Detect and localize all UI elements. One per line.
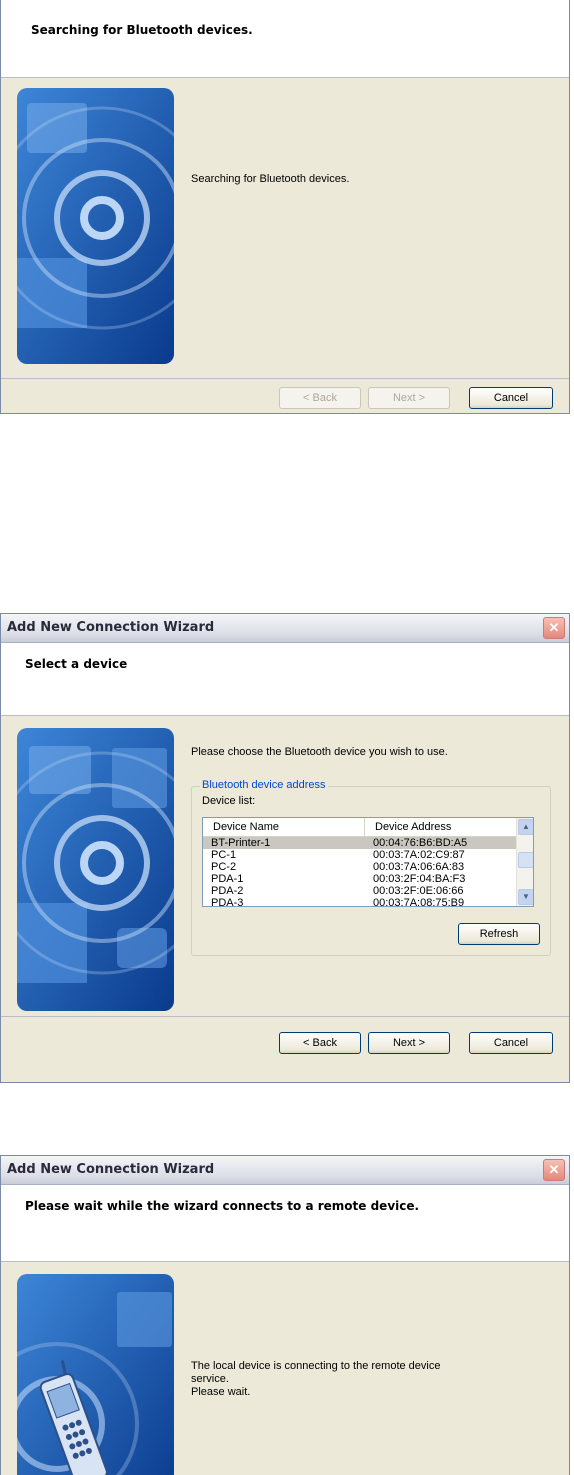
wizard-footer: < Back Next > Cancel	[1, 1016, 569, 1082]
page-title: Select a device	[25, 657, 128, 671]
device-address: 00:03:2F:04:BA:F3	[373, 873, 466, 885]
title-bar: Add New Connection Wizard ✕	[1, 614, 569, 643]
device-name: PDA-1	[211, 873, 244, 885]
device-address: 00:04:76:B6:BD:A5	[373, 837, 468, 849]
list-item[interactable]: PDA-3 00:03:7A:08:75:B9	[203, 897, 517, 907]
device-address-group: Bluetooth device address Device list: De…	[191, 779, 551, 956]
bluetooth-illustration	[17, 728, 174, 1011]
list-item[interactable]: PDA-1 00:03:2F:04:BA:F3	[203, 873, 517, 885]
status-message: The local device is connecting to the re…	[191, 1360, 441, 1398]
device-address: 00:03:7A:06:6A:83	[373, 861, 465, 873]
status-message: Searching for Bluetooth devices.	[191, 173, 350, 185]
page-title: Searching for Bluetooth devices.	[31, 23, 253, 37]
back-button[interactable]: < Back	[279, 1032, 361, 1054]
instruction-text: Please choose the Bluetooth device you w…	[191, 746, 448, 758]
wizard-footer: < Back Next > Cancel	[1, 378, 569, 413]
bluetooth-illustration	[17, 88, 174, 364]
scroll-thumb[interactable]	[518, 852, 533, 868]
device-name: PC-1	[211, 849, 237, 861]
list-item[interactable]: PC-1 00:03:7A:02:C9:87	[203, 849, 517, 861]
cancel-button[interactable]: Cancel	[469, 387, 553, 409]
wizard-body: Please choose the Bluetooth device you w…	[1, 716, 569, 1016]
device-name: PDA-2	[211, 885, 244, 897]
device-list-label: Device list:	[202, 795, 256, 807]
close-icon[interactable]: ✕	[543, 617, 565, 639]
scroll-down-icon[interactable]: ▼	[518, 889, 533, 905]
list-item[interactable]: PC-2 00:03:7A:06:6A:83	[203, 861, 517, 873]
list-item[interactable]: BT-Printer-1 00:04:76:B6:BD:A5	[203, 837, 517, 849]
device-name: PDA-3	[211, 897, 244, 907]
search-wizard-dialog: ✕ Searching for Bluetooth devices.	[0, 0, 570, 414]
vertical-scrollbar[interactable]: ▲ ▼	[516, 818, 533, 906]
bluetooth-waves-icon	[17, 728, 174, 1011]
next-button[interactable]: Next >	[368, 387, 450, 409]
wizard-body: The local device is connecting to the re…	[1, 1262, 569, 1475]
device-rows: BT-Printer-1 00:04:76:B6:BD:A5 PC-1 00:0…	[203, 837, 517, 907]
device-address: 00:03:7A:02:C9:87	[373, 849, 465, 861]
column-device-address[interactable]: Device Address	[365, 818, 517, 836]
connecting-dialog: Add New Connection Wizard ✕ Please wait …	[0, 1155, 570, 1475]
next-button[interactable]: Next >	[368, 1032, 450, 1054]
device-name: PC-2	[211, 861, 237, 873]
wizard-header: Please wait while the wizard connects to…	[1, 1185, 569, 1262]
device-address: 00:03:2F:0E:06:66	[373, 885, 464, 897]
list-item[interactable]: PDA-2 00:03:2F:0E:06:66	[203, 885, 517, 897]
window-title: Add New Connection Wizard	[7, 620, 215, 635]
list-header: Device Name Device Address	[203, 818, 517, 837]
wizard-header: Searching for Bluetooth devices.	[1, 0, 569, 78]
wizard-body: Searching for Bluetooth devices.	[1, 78, 569, 378]
close-icon[interactable]: ✕	[543, 1159, 565, 1181]
device-name: BT-Printer-1	[211, 837, 271, 849]
window-title: Add New Connection Wizard	[7, 1162, 215, 1177]
phone-illustration	[17, 1274, 174, 1475]
page-title: Please wait while the wizard connects to…	[25, 1199, 420, 1213]
column-device-name[interactable]: Device Name	[203, 818, 365, 836]
wizard-header: Select a device	[1, 643, 569, 716]
mobile-phone-icon	[17, 1274, 174, 1475]
device-list[interactable]: Device Name Device Address BT-Printer-1 …	[202, 817, 534, 907]
group-label: Bluetooth device address	[200, 779, 328, 791]
back-button[interactable]: < Back	[279, 387, 361, 409]
cancel-button[interactable]: Cancel	[469, 1032, 553, 1054]
scroll-up-icon[interactable]: ▲	[518, 819, 533, 835]
bluetooth-waves-icon	[17, 88, 174, 364]
title-bar: Add New Connection Wizard ✕	[1, 1156, 569, 1185]
select-device-dialog: Add New Connection Wizard ✕ Select a dev…	[0, 613, 570, 1083]
refresh-button[interactable]: Refresh	[458, 923, 540, 945]
device-address: 00:03:7A:08:75:B9	[373, 897, 465, 907]
